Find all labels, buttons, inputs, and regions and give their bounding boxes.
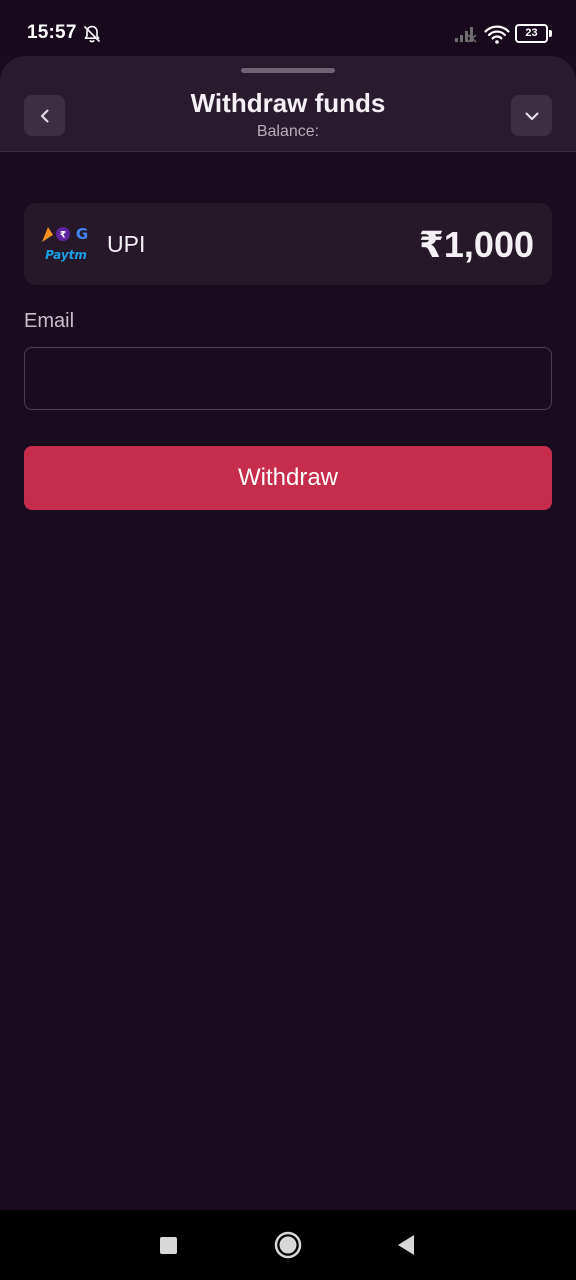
method-amount: ₹1,000 [418,224,534,265]
withdraw-button[interactable]: Withdraw [24,446,552,510]
sheet-header: Withdraw funds Balance: [0,56,576,152]
page-title: Withdraw funds [190,88,386,118]
chevron-down-icon [525,112,538,120]
wifi-icon [484,25,510,44]
svg-text:Paytm: Paytm [45,248,87,262]
payment-method-card[interactable]: ₹ G Paytm UPI ₹1,000 [24,203,552,285]
drag-handle[interactable] [241,68,335,73]
app-root: 15:57 23 Withdraw funds Balance: ₹ G Pay… [0,0,576,1280]
upi-apps-logo: ₹ G Paytm [42,225,88,262]
bell-off-icon [83,25,101,43]
balance-label: Balance: [256,123,320,140]
email-field[interactable] [24,347,552,410]
status-time: 15:57 [27,22,77,43]
status-bar: 15:57 23 [0,0,576,56]
recent-apps-icon[interactable] [160,1237,177,1254]
signal-icon [455,27,477,43]
svg-text:₹: ₹ [60,231,66,241]
back-icon[interactable] [396,1234,416,1256]
method-name: UPI [107,231,146,257]
email-label: Email [24,310,75,332]
battery-level: 23 [525,27,538,39]
withdraw-sheet: Withdraw funds Balance: ₹ G Paytm UPI ₹1… [0,56,576,1210]
battery-icon: 23 [515,24,552,43]
home-icon[interactable] [274,1231,302,1259]
svg-text:G: G [76,225,88,243]
collapse-button[interactable] [511,95,552,136]
system-nav-bar [0,1210,576,1280]
